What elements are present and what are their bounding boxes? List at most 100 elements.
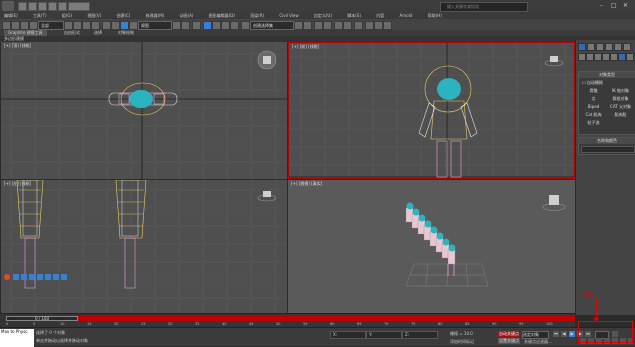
play-icon[interactable]: ▶	[569, 331, 575, 337]
polygon-modeling-label[interactable]: 多边形建模	[4, 36, 24, 41]
menu-civil-view[interactable]: Civil View	[279, 13, 298, 18]
time-slider[interactable]: 0 / 100	[6, 316, 78, 321]
auto-key-button[interactable]: 自动关键点	[498, 331, 520, 337]
scale-icon[interactable]	[120, 21, 129, 30]
systems-icon[interactable]	[618, 53, 626, 61]
viewcube-icon[interactable]	[257, 191, 277, 202]
named-selection-icon[interactable]	[241, 21, 250, 30]
viewcube-icon[interactable]	[257, 50, 277, 70]
display-tab-icon[interactable]	[614, 43, 622, 51]
viewcube-icon[interactable]	[542, 195, 566, 211]
point-button[interactable]: 点	[581, 96, 606, 102]
menu-group[interactable]: 组(G)	[62, 13, 72, 18]
redo-toolbar-icon[interactable]	[11, 21, 20, 30]
pivot-icon[interactable]	[172, 21, 181, 30]
menu-scripting[interactable]: 脚本(S)	[347, 13, 361, 18]
muscle-strand-button[interactable]: 肌肉股	[608, 112, 633, 118]
menu-rendering[interactable]: 渲染(R)	[250, 13, 264, 18]
viewport-left[interactable]: [+] [左] [线框]	[1, 180, 287, 313]
timeline-track[interactable]	[6, 316, 575, 321]
viewport-top-label[interactable]: [+] [顶] [线框]	[4, 43, 31, 49]
shapes-icon[interactable]	[586, 53, 594, 61]
cat-muscle-button[interactable]: Cat 肌肉	[581, 112, 606, 118]
menu-edit[interactable]: 编辑(E)	[4, 13, 18, 18]
spinner-snap-icon[interactable]	[230, 21, 239, 30]
character-front-view[interactable]	[418, 65, 478, 178]
undo-toolbar-icon[interactable]	[2, 21, 11, 30]
menu-customize[interactable]: 自定义(U)	[314, 13, 332, 18]
goto-start-icon[interactable]: ⏮	[553, 331, 559, 337]
name-color-title[interactable]: 名称和颜色	[579, 138, 635, 144]
unlink-icon[interactable]	[29, 21, 38, 30]
save-file-icon[interactable]	[38, 2, 47, 11]
menu-graph-editors[interactable]: 图形编辑器(D)	[209, 13, 235, 18]
redo-icon[interactable]	[58, 2, 67, 11]
viewport-top[interactable]: [+] [顶] [线框]	[1, 42, 287, 179]
menu-create[interactable]: 创建(C)	[116, 13, 130, 18]
close-button[interactable]: ✕	[622, 2, 629, 9]
align-icon[interactable]	[303, 21, 312, 30]
cat-parent-button[interactable]: CAT 父对象	[608, 104, 633, 110]
menu-view[interactable]: 视图(V)	[87, 13, 101, 18]
render-setup-icon[interactable]	[365, 21, 374, 30]
move-icon[interactable]	[102, 21, 111, 30]
y-coord-field[interactable]: Y:	[366, 331, 402, 339]
bones-button[interactable]: 骨骼	[581, 88, 606, 94]
utilities-tab-icon[interactable]	[623, 43, 631, 51]
cameras-icon[interactable]	[602, 53, 610, 61]
material-editor-icon[interactable]	[354, 21, 363, 30]
object-type-title[interactable]: 对象类型	[579, 72, 635, 78]
x-coord-field[interactable]: X:	[330, 331, 366, 339]
spacewarps-icon[interactable]	[626, 53, 634, 61]
autogrid-checkbox[interactable]: ☐ 自动栅格	[582, 80, 603, 86]
workspace-selector[interactable]	[68, 2, 90, 11]
menu-help[interactable]: 帮助(H)	[428, 13, 442, 18]
character-left-view-a[interactable]	[16, 180, 44, 289]
motion-tab-icon[interactable]	[605, 43, 613, 51]
modify-tab-icon[interactable]	[587, 43, 595, 51]
rect-select-icon[interactable]	[82, 21, 91, 30]
app-logo-icon[interactable]	[2, 1, 14, 11]
prev-frame-icon[interactable]: ◀	[561, 331, 567, 337]
render-production-icon[interactable]	[383, 21, 392, 30]
minimize-button[interactable]: –	[598, 2, 605, 9]
viewport-front-label[interactable]: [+] [前] [线框]	[292, 44, 319, 50]
reference-coord-dropdown[interactable]: 视图	[138, 21, 172, 30]
biped-button[interactable]: Biped	[581, 104, 606, 110]
ik-chain-button[interactable]: IK 链对象	[608, 88, 633, 94]
angle-snap-icon[interactable]	[212, 21, 221, 30]
selection-filter-dropdown[interactable]: 全部	[38, 21, 64, 30]
new-file-icon[interactable]	[18, 2, 27, 11]
viewport-left-label[interactable]: [+] [左] [线框]	[4, 181, 31, 187]
percent-snap-icon[interactable]	[221, 21, 230, 30]
particle-flow-button[interactable]: 粒子流	[581, 120, 606, 126]
set-key-button[interactable]: 设置关键点	[498, 338, 520, 344]
open-file-icon[interactable]	[28, 2, 37, 11]
snap-toggle-icon[interactable]	[203, 21, 212, 30]
helpers-icon[interactable]	[610, 53, 618, 61]
viewport-perspective-label[interactable]: [+] [透视] [真实]	[291, 181, 322, 187]
statusbar-tool-icons[interactable]	[4, 274, 67, 280]
lights-icon[interactable]	[594, 53, 602, 61]
maximize-button[interactable]: □	[610, 2, 617, 9]
menu-arnold[interactable]: Arnold	[399, 13, 412, 18]
menu-tools[interactable]: 工具(T)	[33, 13, 47, 18]
select-by-name-icon[interactable]	[73, 21, 82, 30]
layer-explorer-icon[interactable]	[314, 21, 323, 30]
rotate-icon[interactable]	[111, 21, 120, 30]
toggle-ribbon-icon[interactable]	[323, 21, 332, 30]
menu-animation[interactable]: 动画(A)	[180, 13, 194, 18]
select-object-icon[interactable]	[64, 21, 73, 30]
link-icon[interactable]	[20, 21, 29, 30]
mirror-icon[interactable]	[294, 21, 303, 30]
undo-icon[interactable]	[48, 2, 57, 11]
maxscript-listener[interactable]: Max to Physc.	[0, 329, 34, 347]
search-input[interactable]: 键入关键字或短语	[440, 2, 528, 12]
crowd-button[interactable]: 群组对象	[608, 96, 633, 102]
character-crowd[interactable]	[405, 202, 456, 277]
window-crossing-icon[interactable]	[91, 21, 100, 30]
key-selection-dropdown[interactable]: 选定对象	[522, 331, 549, 339]
schematic-view-icon[interactable]	[343, 21, 352, 30]
name-input[interactable]	[581, 146, 635, 153]
keyboard-shortcut-icon[interactable]	[192, 21, 201, 30]
